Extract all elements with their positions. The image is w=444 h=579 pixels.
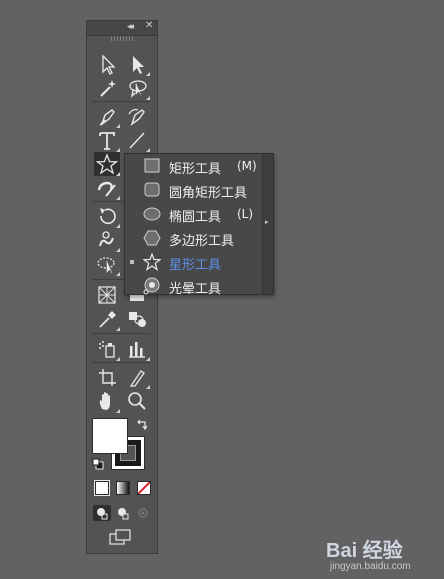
- selection-arrow-icon: [102, 54, 116, 75]
- flyout-item-shortcut: (M): [237, 159, 257, 173]
- flyout-indicator-icon: [116, 357, 120, 361]
- selection-tool[interactable]: [94, 52, 120, 76]
- watermark-brand: Bai 经验: [326, 540, 403, 562]
- artboard-tool[interactable]: [94, 365, 120, 389]
- none-slash-icon: [138, 482, 150, 494]
- rotate-tool[interactable]: [94, 204, 120, 228]
- flyout-tearoff-strip[interactable]: ▸: [262, 154, 273, 294]
- flyout-item-label: 光晕工具: [169, 282, 222, 297]
- flyout-indicator-icon: [146, 148, 150, 152]
- draw-behind-button[interactable]: [114, 505, 132, 521]
- flyout-item-star[interactable]: 星形工具: [125, 250, 265, 274]
- selected-bullet-icon: [130, 260, 134, 264]
- flyout-item-label: 圆角矩形工具: [169, 186, 248, 201]
- shaper-tool[interactable]: [94, 176, 120, 200]
- toolbar-divider: [92, 333, 150, 334]
- flare-tool-icon: [143, 277, 160, 295]
- panel-grip-handle[interactable]: [111, 36, 133, 41]
- swap-fill-stroke-icon[interactable]: [136, 419, 148, 431]
- direct-selection-tool[interactable]: [124, 52, 150, 76]
- star-tool[interactable]: [94, 152, 120, 176]
- toolbar-divider: [92, 362, 150, 363]
- blend-tool[interactable]: [124, 307, 150, 331]
- default-colors-icon[interactable]: [92, 458, 104, 470]
- polygon-tool-icon: [143, 230, 161, 246]
- watermark-url: jingyan.baidu.com: [330, 561, 411, 572]
- draw-behind-icon: [118, 508, 129, 520]
- magnifier-icon: [128, 392, 146, 410]
- color-mode-button[interactable]: [94, 480, 110, 496]
- curvature-pen-icon: [128, 108, 145, 126]
- tools-panel-header[interactable]: ◂◂ ✕: [87, 20, 157, 36]
- flyout-item-rectangle[interactable]: 矩形工具 (M): [125, 154, 265, 178]
- flyout-indicator-icon: [116, 272, 120, 276]
- collapse-panel-icon[interactable]: ◂◂: [127, 21, 134, 32]
- shape-tools-flyout: 矩形工具 (M) 圆角矩形工具 椭圆工具 (L) 多边形工具 星形工具 光晕工具…: [124, 153, 274, 298]
- flyout-item-flare[interactable]: 光晕工具: [125, 274, 265, 298]
- close-panel-icon[interactable]: ✕: [145, 20, 153, 31]
- type-tool[interactable]: [94, 128, 120, 152]
- ellipse-tool-icon: [143, 207, 161, 221]
- lasso-tool[interactable]: [124, 76, 150, 100]
- none-mode-button[interactable]: [137, 481, 151, 495]
- draw-inside-button[interactable]: [135, 505, 153, 521]
- tearoff-arrow-icon: ▸: [265, 219, 269, 226]
- flyout-indicator-icon: [146, 96, 150, 100]
- perspective-grid-icon: [98, 286, 116, 304]
- magic-wand-tool[interactable]: [94, 76, 120, 100]
- gradient-mode-button[interactable]: [116, 481, 130, 495]
- draw-normal-icon: [97, 508, 108, 520]
- pen-tool[interactable]: [94, 104, 120, 128]
- flyout-item-label: 椭圆工具: [169, 210, 222, 225]
- flyout-item-label: 星形工具: [169, 258, 222, 273]
- eyedropper-tool[interactable]: [94, 307, 120, 331]
- flyout-item-label: 矩形工具: [169, 162, 222, 177]
- hand-tool[interactable]: [94, 389, 120, 413]
- flyout-indicator-icon: [116, 409, 120, 413]
- star-tool-icon: [143, 253, 161, 271]
- fill-color-swatch[interactable]: [92, 418, 128, 454]
- draw-inside-icon: [138, 508, 148, 518]
- flyout-indicator-icon: [116, 196, 120, 200]
- rounded-rectangle-tool-icon: [144, 182, 160, 197]
- flyout-item-label: 多边形工具: [169, 234, 235, 249]
- baidu-jingyan-watermark: Bai 经验 jingyan.baidu.com: [326, 534, 436, 578]
- free-transform-tool[interactable]: [94, 252, 120, 276]
- zoom-tool[interactable]: [124, 389, 150, 413]
- screen-mode-icon[interactable]: [109, 529, 133, 545]
- symbol-sprayer-tool[interactable]: [94, 337, 120, 361]
- rectangle-tool-icon: [144, 158, 160, 173]
- column-graph-tool[interactable]: [124, 337, 150, 361]
- artboard-icon: [99, 369, 116, 386]
- draw-normal-button[interactable]: [93, 505, 111, 521]
- flyout-item-polygon[interactable]: 多边形工具: [125, 226, 265, 250]
- line-segment-tool[interactable]: [124, 128, 150, 152]
- blend-icon: [129, 312, 146, 327]
- flyout-indicator-icon: [116, 327, 120, 331]
- perspective-grid-tool[interactable]: [94, 283, 120, 307]
- toolbar-divider: [92, 101, 150, 102]
- warp-tool[interactable]: [94, 228, 120, 252]
- slice-tool[interactable]: [124, 365, 150, 389]
- flyout-item-ellipse[interactable]: 椭圆工具 (L): [125, 202, 265, 226]
- flyout-indicator-icon: [146, 357, 150, 361]
- flyout-item-rounded-rectangle[interactable]: 圆角矩形工具: [125, 178, 265, 202]
- flyout-item-shortcut: (L): [237, 207, 254, 221]
- magic-wand-icon: [100, 80, 116, 97]
- curvature-tool[interactable]: [124, 104, 150, 128]
